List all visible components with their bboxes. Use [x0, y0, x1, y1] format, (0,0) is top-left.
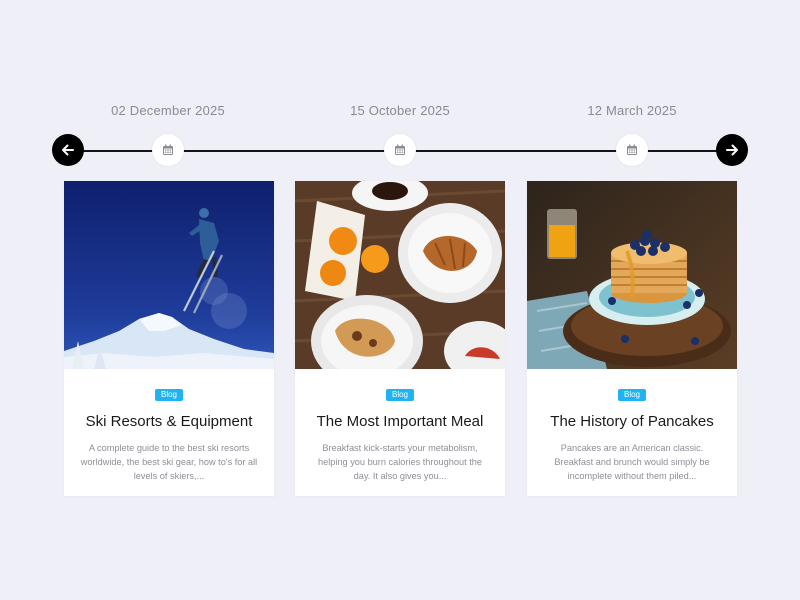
- card-image-breakfast[interactable]: [295, 181, 505, 369]
- arrow-left-icon: [62, 144, 74, 156]
- blog-card[interactable]: Blog The Most Important Meal Breakfast k…: [295, 181, 505, 496]
- category-tag[interactable]: Blog: [617, 389, 647, 401]
- calendar-icon: [395, 144, 405, 155]
- timeline-date: 02 December 2025: [111, 103, 225, 118]
- previous-button[interactable]: [52, 134, 84, 166]
- card-image-skier[interactable]: [64, 181, 274, 369]
- calendar-icon: [627, 144, 637, 155]
- card-description: Pancakes are an American classic. Breakf…: [554, 443, 710, 481]
- card-description: Breakfast kick-starts your metabolism, h…: [318, 443, 482, 481]
- arrow-right-icon: [726, 144, 738, 156]
- timeline-marker[interactable]: [384, 134, 416, 166]
- card-title[interactable]: The Most Important Meal: [295, 413, 505, 430]
- card-image-pancakes[interactable]: [527, 181, 737, 369]
- blog-card[interactable]: Blog The History of Pancakes Pancakes ar…: [527, 181, 737, 496]
- timeline-date: 12 March 2025: [587, 103, 677, 118]
- category-tag[interactable]: Blog: [154, 389, 184, 401]
- timeline-marker[interactable]: [152, 134, 184, 166]
- timeline-date: 15 October 2025: [350, 103, 450, 118]
- timeline-carousel: 02 December 2025 15 October 2025 12 Marc…: [0, 0, 800, 600]
- blog-card[interactable]: Blog Ski Resorts & Equipment A complete …: [64, 181, 274, 496]
- card-title[interactable]: The History of Pancakes: [527, 413, 737, 430]
- next-button[interactable]: [716, 134, 748, 166]
- card-title[interactable]: Ski Resorts & Equipment: [64, 413, 274, 430]
- calendar-icon: [163, 144, 173, 155]
- category-tag[interactable]: Blog: [385, 389, 415, 401]
- card-description: A complete guide to the best ski resorts…: [80, 443, 258, 481]
- timeline-marker[interactable]: [616, 134, 648, 166]
